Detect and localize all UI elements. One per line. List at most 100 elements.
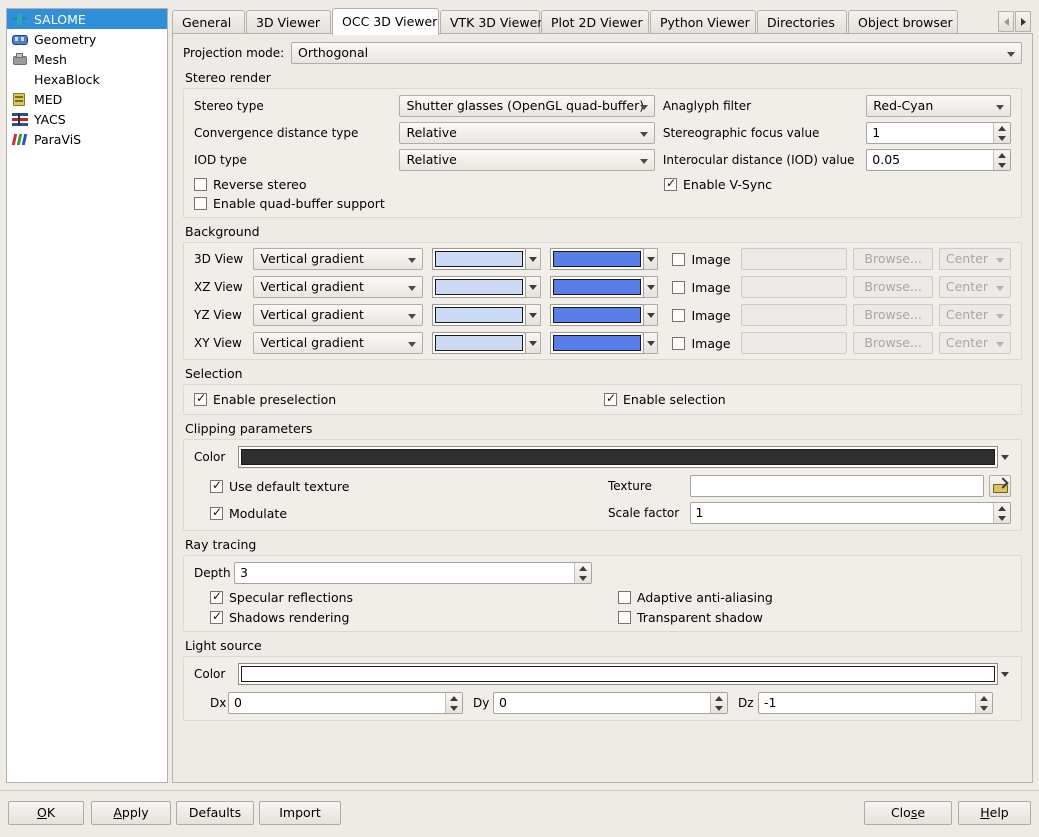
background-mode-combo[interactable]: Vertical gradient bbox=[253, 332, 423, 354]
open-folder-icon[interactable] bbox=[989, 475, 1011, 497]
spinner-buttons[interactable] bbox=[975, 693, 992, 713]
light-color-dropdown[interactable] bbox=[998, 663, 1011, 685]
sidebar-item-hexablock[interactable]: HexaBlock bbox=[7, 69, 167, 89]
tab-python-viewer[interactable]: Python Viewer bbox=[650, 10, 756, 34]
background-color2-swatch[interactable] bbox=[550, 332, 644, 354]
spin-up-icon[interactable] bbox=[715, 696, 723, 701]
light-color-swatch[interactable] bbox=[238, 663, 998, 685]
sidebar-item-mesh[interactable]: Mesh bbox=[7, 49, 167, 69]
tab-occ-3d-viewer[interactable]: OCC 3D Viewer bbox=[332, 8, 439, 35]
spin-up-icon[interactable] bbox=[980, 696, 988, 701]
sidebar-item-med[interactable]: MED bbox=[7, 89, 167, 109]
background-position-combo[interactable]: Center bbox=[939, 332, 1011, 354]
adaptive-antialiasing-checkbox[interactable]: Adaptive anti-aliasing bbox=[618, 590, 773, 605]
quad-buffer-checkbox[interactable]: Enable quad-buffer support bbox=[194, 196, 385, 211]
clipping-color-swatch[interactable] bbox=[238, 446, 998, 468]
background-color1-dropdown[interactable] bbox=[526, 248, 540, 270]
shadows-rendering-checkbox[interactable]: Shadows rendering bbox=[210, 610, 618, 625]
reverse-stereo-checkbox[interactable]: Reverse stereo bbox=[194, 177, 664, 192]
dz-spinbox[interactable]: -1 bbox=[758, 692, 993, 714]
focus-value-spinbox[interactable]: 1 bbox=[866, 122, 1011, 144]
background-image-checkbox[interactable]: Image bbox=[672, 252, 741, 267]
background-browse-button[interactable]: Browse... bbox=[853, 276, 933, 298]
background-image-path-input[interactable] bbox=[741, 248, 847, 270]
background-mode-combo[interactable]: Vertical gradient bbox=[253, 304, 423, 326]
spin-down-icon[interactable] bbox=[579, 576, 587, 581]
tab-3d-viewer[interactable]: 3D Viewer bbox=[246, 10, 331, 34]
background-position-combo[interactable]: Center bbox=[939, 304, 1011, 326]
background-image-path-input[interactable] bbox=[741, 332, 847, 354]
spin-up-icon[interactable] bbox=[450, 696, 458, 701]
modulate-checkbox[interactable]: Modulate bbox=[210, 506, 608, 521]
tab-directories[interactable]: Directories bbox=[757, 10, 847, 34]
tab-object-browser[interactable]: Object browser bbox=[848, 10, 958, 34]
background-color1-swatch[interactable] bbox=[432, 332, 526, 354]
background-browse-button[interactable]: Browse... bbox=[853, 332, 933, 354]
projection-mode-combo[interactable]: Orthogonal bbox=[291, 42, 1022, 64]
background-image-checkbox[interactable]: Image bbox=[672, 308, 741, 323]
background-image-path-input[interactable] bbox=[741, 304, 847, 326]
tab-bar[interactable]: General3D ViewerOCC 3D ViewerVTK 3D View… bbox=[172, 8, 1033, 34]
sidebar-item-geometry[interactable]: Geometry bbox=[7, 29, 167, 49]
background-color2-swatch[interactable] bbox=[550, 304, 644, 326]
iod-distance-spinbox[interactable]: 0.05 bbox=[866, 149, 1011, 171]
background-mode-combo[interactable]: Vertical gradient bbox=[253, 276, 423, 298]
defaults-button[interactable]: Defaults bbox=[176, 801, 254, 825]
transparent-shadow-checkbox[interactable]: Transparent shadow bbox=[618, 610, 763, 625]
background-browse-button[interactable]: Browse... bbox=[853, 304, 933, 326]
background-color1-dropdown[interactable] bbox=[526, 304, 540, 326]
spin-down-icon[interactable] bbox=[998, 136, 1006, 141]
background-color2-swatch[interactable] bbox=[550, 276, 644, 298]
sidebar-item-salome[interactable]: SALOME bbox=[7, 9, 167, 29]
depth-spinbox[interactable]: 3 bbox=[234, 562, 592, 584]
background-color1-dropdown[interactable] bbox=[526, 332, 540, 354]
tab-general[interactable]: General bbox=[172, 10, 245, 34]
background-color1-dropdown[interactable] bbox=[526, 276, 540, 298]
ok-button[interactable]: OK bbox=[8, 801, 84, 825]
spin-up-icon[interactable] bbox=[998, 153, 1006, 158]
spin-down-icon[interactable] bbox=[715, 706, 723, 711]
background-browse-button[interactable]: Browse... bbox=[853, 248, 933, 270]
sidebar-item-yacs[interactable]: YACS bbox=[7, 109, 167, 129]
spinner-buttons[interactable] bbox=[993, 150, 1010, 170]
spinner-buttons[interactable] bbox=[710, 693, 727, 713]
spinner-buttons[interactable] bbox=[574, 563, 591, 583]
spin-up-icon[interactable] bbox=[998, 506, 1006, 511]
tab-vtk-3d-viewer[interactable]: VTK 3D Viewer bbox=[440, 10, 540, 34]
tab-scroll-left-button[interactable] bbox=[998, 11, 1014, 32]
enable-preselection-checkbox[interactable]: Enable preselection bbox=[194, 392, 604, 407]
spin-up-icon[interactable] bbox=[998, 126, 1006, 131]
apply-button[interactable]: Apply bbox=[91, 801, 171, 825]
spin-up-icon[interactable] bbox=[579, 566, 587, 571]
background-image-checkbox[interactable]: Image bbox=[672, 336, 741, 351]
tab-scroll-right-button[interactable] bbox=[1015, 11, 1031, 32]
background-color2-dropdown[interactable] bbox=[644, 332, 658, 354]
spinner-buttons[interactable] bbox=[445, 693, 462, 713]
tab-plot-2d-viewer[interactable]: Plot 2D Viewer bbox=[541, 10, 649, 34]
spinner-buttons[interactable] bbox=[993, 123, 1010, 143]
background-position-combo[interactable]: Center bbox=[939, 276, 1011, 298]
spinner-buttons[interactable] bbox=[993, 503, 1010, 523]
scale-factor-spinbox[interactable]: 1 bbox=[690, 502, 1011, 524]
anaglyph-filter-combo[interactable]: Red-Cyan bbox=[866, 95, 1011, 117]
specular-reflections-checkbox[interactable]: Specular reflections bbox=[210, 590, 618, 605]
module-sidebar[interactable]: SALOMEGeometryMeshHexaBlockMEDYACSParaVi… bbox=[6, 8, 168, 783]
help-button[interactable]: Help bbox=[958, 801, 1031, 825]
background-image-path-input[interactable] bbox=[741, 276, 847, 298]
background-image-checkbox[interactable]: Image bbox=[672, 280, 741, 295]
spin-down-icon[interactable] bbox=[450, 706, 458, 711]
spin-down-icon[interactable] bbox=[998, 163, 1006, 168]
sidebar-item-paravis[interactable]: ParaViS bbox=[7, 129, 167, 149]
stereo-type-combo[interactable]: Shutter glasses (OpenGL quad-buffer) bbox=[399, 95, 654, 117]
background-color2-dropdown[interactable] bbox=[644, 248, 658, 270]
background-position-combo[interactable]: Center bbox=[939, 248, 1011, 270]
background-mode-combo[interactable]: Vertical gradient bbox=[253, 248, 423, 270]
close-button[interactable]: Close bbox=[864, 801, 952, 825]
convergence-combo[interactable]: Relative bbox=[399, 122, 654, 144]
spin-down-icon[interactable] bbox=[998, 516, 1006, 521]
background-color1-swatch[interactable] bbox=[432, 276, 526, 298]
dx-spinbox[interactable]: 0 bbox=[228, 692, 463, 714]
spin-down-icon[interactable] bbox=[980, 706, 988, 711]
dy-spinbox[interactable]: 0 bbox=[493, 692, 728, 714]
iod-type-combo[interactable]: Relative bbox=[399, 149, 654, 171]
